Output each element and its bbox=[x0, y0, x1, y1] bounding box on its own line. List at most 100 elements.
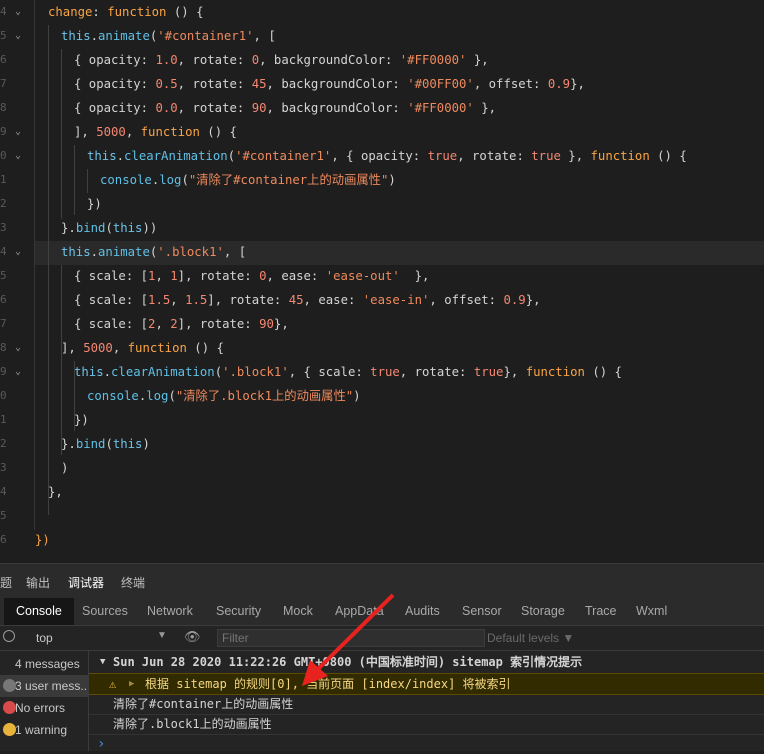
tab-audits[interactable]: Audits bbox=[405, 604, 440, 618]
context-dropdown-icon[interactable]: ▼ bbox=[157, 630, 167, 641]
console-warning-row[interactable]: ⚠ ▶ 根据 sitemap 的规则[0], 当前页面 [index/index… bbox=[89, 673, 764, 695]
code-token: , rotate: bbox=[177, 101, 252, 115]
code-token: animate bbox=[98, 29, 150, 43]
code-line[interactable]: }) bbox=[87, 192, 102, 216]
code-token: 2 bbox=[170, 317, 178, 331]
tab-sources[interactable]: Sources bbox=[82, 604, 128, 618]
sidebar-item-user-messages[interactable]: 3 user mess... bbox=[0, 675, 88, 697]
fold-chevron-icon[interactable]: ⌄ bbox=[15, 336, 27, 360]
code-token: 90 bbox=[251, 101, 267, 115]
code-token: ) bbox=[61, 461, 69, 475]
code-editor[interactable]: 4 ⌄ change: function () {5 ⌄ this.animate('#… bbox=[0, 0, 764, 563]
line-number: 1 bbox=[0, 413, 7, 426]
code-line[interactable]: }.bind(this)) bbox=[61, 216, 157, 240]
code-token: ) bbox=[353, 389, 361, 403]
code-token: () { bbox=[584, 365, 622, 379]
line-number: 6 bbox=[0, 533, 7, 546]
fold-chevron-icon[interactable]: ⌄ bbox=[15, 0, 27, 24]
code-token: , offset: bbox=[429, 293, 504, 307]
tab-trace[interactable]: Trace bbox=[585, 604, 617, 618]
code-token: true bbox=[427, 149, 458, 163]
code-line[interactable]: this.animate('.block1', [ bbox=[61, 240, 246, 264]
indent-guide bbox=[61, 49, 62, 219]
line-number: 4 bbox=[0, 485, 7, 498]
tab-sensor[interactable]: Sensor bbox=[462, 604, 502, 618]
code-line[interactable]: this.animate('#container1', [ bbox=[61, 24, 276, 48]
tab-debugger[interactable]: 调试器 bbox=[68, 574, 104, 591]
code-line[interactable]: }) bbox=[74, 408, 89, 432]
code-line[interactable]: this.clearAnimation('.block1', { scale: … bbox=[74, 360, 622, 384]
code-line[interactable]: ], 5000, function () { bbox=[61, 336, 224, 360]
code-token: , bbox=[125, 125, 141, 139]
line-number: 8 bbox=[0, 101, 7, 114]
code-line[interactable]: console.log("清除了#container上的动画属性") bbox=[100, 168, 396, 192]
sidebar-item-messages[interactable]: 4 messages bbox=[0, 653, 88, 675]
console-group-header[interactable]: ▼ Sun Jun 28 2020 11:22:26 GMT+0800 (中国标… bbox=[89, 652, 764, 672]
code-token: }, bbox=[525, 293, 541, 307]
tab-terminal[interactable]: 终端 bbox=[121, 574, 145, 591]
context-selector[interactable]: top bbox=[36, 631, 53, 645]
sidebar-item-label: 1 warning bbox=[15, 723, 68, 737]
chevron-down-icon: ▼ bbox=[100, 657, 106, 667]
code-line[interactable]: { opacity: 1.0, rotate: 0, backgroundCol… bbox=[74, 48, 489, 72]
code-token: , backgroundColor: bbox=[266, 77, 408, 91]
code-token: function bbox=[127, 341, 187, 355]
sidebar-item-warnings[interactable]: 1 warning bbox=[0, 719, 88, 741]
code-token: animate bbox=[98, 245, 150, 259]
code-token: 'ease-in' bbox=[362, 293, 430, 307]
code-token: () { bbox=[166, 5, 204, 19]
tab-storage[interactable]: Storage bbox=[521, 604, 565, 618]
code-token: clearAnimation bbox=[111, 365, 215, 379]
clear-console-icon[interactable] bbox=[3, 630, 15, 642]
fold-chevron-icon[interactable]: ⌄ bbox=[15, 120, 27, 144]
code-line[interactable]: { scale: [1.5, 1.5], rotate: 45, ease: '… bbox=[74, 288, 541, 312]
log-levels-dropdown[interactable]: Default levels ▼ bbox=[487, 631, 574, 645]
console-prompt[interactable]: › bbox=[89, 734, 764, 754]
code-token: this bbox=[112, 221, 143, 235]
code-token: }) bbox=[87, 197, 102, 211]
code-line[interactable]: { scale: [1, 1], rotate: 0, ease: 'ease-… bbox=[74, 264, 429, 288]
code-token: , ease: bbox=[303, 293, 363, 307]
code-line[interactable]: { opacity: 0.0, rotate: 90, backgroundCo… bbox=[74, 96, 496, 120]
code-token: }, bbox=[399, 269, 430, 283]
tab-console[interactable]: Console bbox=[4, 598, 74, 625]
code-token: )) bbox=[142, 221, 158, 235]
code-token: true bbox=[531, 149, 561, 163]
sidebar-item-label: No errors bbox=[15, 701, 66, 715]
tab-output[interactable]: 输出 bbox=[26, 574, 50, 591]
tab-security[interactable]: Security bbox=[216, 604, 261, 618]
code-token: "清除了.block1上的动画属性" bbox=[175, 389, 354, 403]
tab-network[interactable]: Network bbox=[147, 604, 193, 618]
indent-guide bbox=[74, 145, 75, 215]
code-token: ( bbox=[214, 365, 223, 379]
code-line[interactable]: { scale: [2, 2], rotate: 90}, bbox=[74, 312, 289, 336]
code-line[interactable]: }.bind(this) bbox=[61, 432, 150, 456]
code-line[interactable]: }) bbox=[35, 528, 50, 552]
line-number: 9 bbox=[0, 365, 7, 378]
code-token: ], rotate: bbox=[177, 317, 260, 331]
tab-problems[interactable]: 题 bbox=[0, 574, 12, 591]
code-token: '.block1' bbox=[157, 245, 224, 259]
code-line[interactable]: }, bbox=[48, 480, 63, 504]
code-token: , { scale: bbox=[288, 365, 371, 379]
code-token: '#FF0000' bbox=[399, 53, 467, 67]
code-line[interactable]: this.clearAnimation('#container1', { opa… bbox=[87, 144, 687, 168]
code-token: 1.0 bbox=[155, 53, 178, 67]
line-number: 6 bbox=[0, 53, 7, 66]
code-line[interactable]: ], 5000, function () { bbox=[74, 120, 237, 144]
code-token: true bbox=[473, 365, 504, 379]
line-number: 2 bbox=[0, 437, 7, 450]
fold-chevron-icon[interactable]: ⌄ bbox=[15, 24, 27, 48]
code-line[interactable]: ) bbox=[61, 456, 68, 480]
code-line[interactable]: change: function () { bbox=[48, 0, 204, 24]
tab-wxml[interactable]: Wxml bbox=[636, 604, 667, 618]
fold-chevron-icon[interactable]: ⌄ bbox=[15, 144, 27, 168]
sidebar-item-errors[interactable]: No errors bbox=[0, 697, 88, 719]
code-token: . bbox=[103, 365, 112, 379]
fold-chevron-icon[interactable]: ⌄ bbox=[15, 360, 27, 384]
code-line[interactable]: console.log("清除了.block1上的动画属性") bbox=[87, 384, 361, 408]
code-token: function bbox=[140, 125, 200, 139]
fold-chevron-icon[interactable]: ⌄ bbox=[15, 240, 27, 264]
code-line[interactable]: { opacity: 0.5, rotate: 45, backgroundCo… bbox=[74, 72, 585, 96]
eye-icon[interactable]: 👁 bbox=[184, 629, 201, 645]
